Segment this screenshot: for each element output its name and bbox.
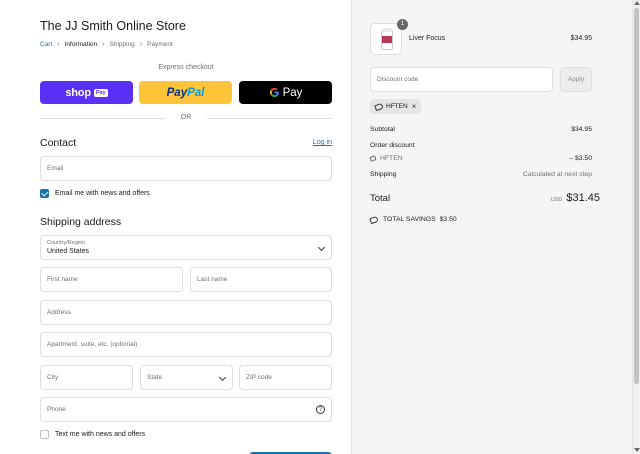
chevron-down-icon (218, 373, 227, 382)
city-placeholder: City (47, 374, 59, 381)
shipping-value: Calculated at next step (522, 171, 592, 178)
applied-discount-code: HFTEN (386, 103, 408, 110)
first-name-field[interactable]: First name (40, 267, 183, 292)
product-name: Liver Focus (409, 35, 446, 42)
bottle-label (382, 36, 392, 43)
paypal-logo: PayPal (166, 86, 205, 99)
shop-pay-button[interactable]: shop Pay (40, 81, 133, 104)
text-offers-row[interactable]: Text me with news and offers (40, 430, 145, 439)
tag-icon (369, 215, 379, 224)
discount-amount: – $3.50 (569, 155, 592, 162)
shop-pay-badge: Pay (93, 88, 108, 97)
checkout-form-panel: The JJ Smith Online Store Cart › Informa… (0, 0, 351, 454)
apartment-placeholder: Apartment, suite, etc. (optional) (47, 341, 138, 348)
google-pay-button[interactable]: Pay (239, 81, 332, 104)
breadcrumb-cart[interactable]: Cart (40, 41, 52, 48)
state-select[interactable]: State (140, 365, 233, 390)
page-scrollbar[interactable] (632, 0, 640, 454)
quantity-badge: 1 (397, 19, 408, 30)
tag-icon (369, 155, 377, 162)
chevron-right-icon: › (102, 41, 105, 48)
shop-pay-logo: shop (65, 86, 91, 99)
bottle-cap (382, 28, 392, 32)
discount-code-label: HFTEN (380, 155, 403, 162)
subtotal-value: $34.95 (571, 126, 592, 133)
email-offers-checkbox[interactable] (40, 189, 49, 198)
breadcrumb-payment: Payment (147, 41, 173, 48)
zip-code-field[interactable]: ZIP code (239, 365, 332, 390)
scroll-down-icon[interactable] (634, 448, 640, 452)
phone-placeholder: Phone (47, 406, 66, 413)
paypal-button[interactable]: PayPal (139, 81, 232, 104)
chevron-right-icon: › (139, 41, 143, 48)
text-offers-checkbox[interactable] (40, 430, 49, 439)
address-placeholder: Address (47, 309, 71, 316)
total-savings-amount: $3.50 (439, 216, 457, 223)
tag-icon (374, 102, 384, 111)
product-thumbnail: 1 (370, 19, 408, 55)
breadcrumb: Cart › Information › Shipping › Payment (40, 41, 173, 48)
email-field[interactable]: Email (40, 156, 332, 181)
express-checkout-label: Express checkout (158, 64, 214, 71)
discount-code-placeholder: Discount code (377, 76, 419, 83)
total-amount-group: USD $31.45 (551, 192, 600, 204)
contact-heading: Contact (40, 137, 77, 149)
email-offers-label: Email me with news and offers (55, 190, 150, 197)
country-label: Country/Region (47, 240, 86, 246)
zip-placeholder: ZIP code (246, 374, 272, 381)
applied-discount-chip: HFTEN × (370, 99, 422, 114)
last-name-placeholder: Last name (197, 276, 228, 283)
order-discount-label: Order discount (370, 142, 415, 149)
chevron-down-icon (317, 243, 326, 252)
store-title[interactable]: The JJ Smith Online Store (40, 19, 186, 33)
breadcrumb-information: Information (64, 41, 98, 48)
shipping-row: Shipping Calculated at next step (370, 171, 592, 178)
shipping-address-heading: Shipping address (40, 216, 122, 228)
country-value: United States (47, 248, 90, 255)
city-field[interactable]: City (40, 365, 133, 390)
discount-code-row: HFTEN – $3.50 (369, 155, 592, 162)
currency-code: USD (550, 197, 563, 203)
divider-line (207, 118, 332, 119)
country-select[interactable]: Country/Region United States (40, 235, 332, 260)
phone-field[interactable]: Phone ? (40, 397, 332, 422)
shipping-label: Shipping (370, 171, 397, 178)
email-placeholder: Email (47, 165, 64, 172)
total-label: Total (370, 193, 391, 204)
total-savings: TOTAL SAVINGS $3.50 (369, 215, 457, 224)
google-pay-label: Pay (282, 86, 303, 99)
state-placeholder: State (147, 374, 163, 381)
address-field[interactable]: Address (40, 300, 332, 325)
google-g-icon (269, 87, 279, 98)
last-name-field[interactable]: Last name (190, 267, 332, 292)
close-icon[interactable]: × (412, 102, 417, 111)
first-name-placeholder: First name (47, 276, 78, 283)
scrollbar-thumb[interactable] (634, 8, 639, 384)
chevron-right-icon: › (57, 41, 60, 48)
total-savings-label: TOTAL SAVINGS (383, 216, 436, 223)
subtotal-label: Subtotal (370, 126, 395, 133)
scroll-up-icon[interactable] (634, 1, 640, 5)
breadcrumb-shipping: Shipping (109, 41, 135, 48)
order-discount-row: Order discount (370, 142, 592, 149)
log-in-link[interactable]: Log in (313, 139, 332, 146)
apartment-field[interactable]: Apartment, suite, etc. (optional) (40, 332, 332, 357)
or-divider: OR (40, 113, 332, 123)
help-circle-icon[interactable]: ? (316, 405, 325, 414)
subtotal-row: Subtotal $34.95 (370, 126, 592, 133)
product-price: $34.95 (570, 35, 592, 42)
discount-code-input[interactable]: Discount code (370, 67, 553, 92)
total-amount: $31.45 (566, 192, 600, 204)
text-offers-label: Text me with news and offers (55, 431, 146, 438)
apply-discount-button[interactable]: Apply (560, 67, 592, 92)
email-offers-row[interactable]: Email me with news and offers (40, 189, 150, 198)
